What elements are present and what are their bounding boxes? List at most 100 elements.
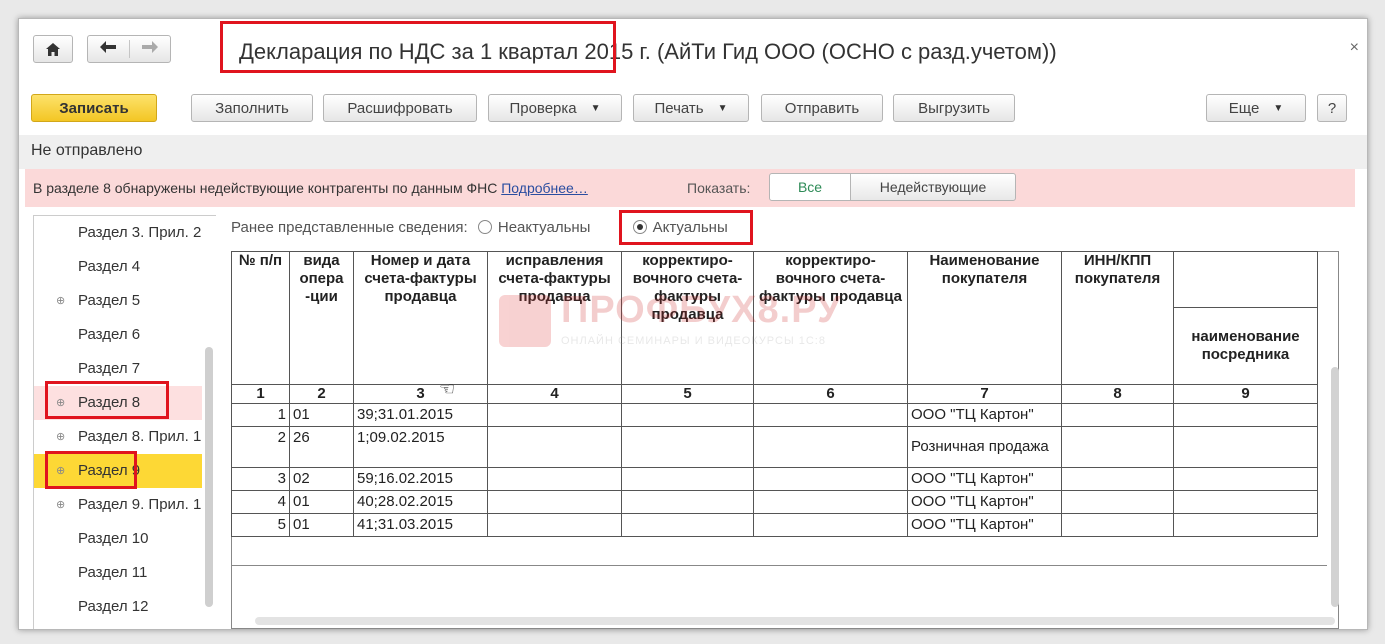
column-number: 1 bbox=[231, 384, 290, 404]
cell-operation[interactable]: 01 bbox=[289, 403, 354, 427]
expand-icon[interactable]: ⊕ bbox=[56, 488, 65, 522]
column-header-inn[interactable]: ИНН/КПП покупателя bbox=[1061, 251, 1174, 385]
cell-empty[interactable] bbox=[487, 490, 622, 514]
cell-number[interactable]: 1 bbox=[231, 403, 290, 427]
column-header-buyer[interactable]: Наименование покупателя bbox=[907, 251, 1062, 385]
sidebar-item[interactable]: Раздел 11 bbox=[34, 556, 202, 590]
cell-empty[interactable] bbox=[621, 513, 754, 537]
more-button[interactable]: Еще ▼ bbox=[1206, 94, 1306, 122]
details-link[interactable]: Подробнее… bbox=[501, 180, 588, 196]
cell-empty[interactable] bbox=[487, 403, 622, 427]
cell-operation[interactable]: 01 bbox=[289, 513, 354, 537]
expand-icon[interactable]: ⊕ bbox=[56, 420, 65, 454]
check-button[interactable]: Проверка ▼ bbox=[488, 94, 622, 122]
help-button[interactable]: ? bbox=[1317, 94, 1347, 122]
cell-empty[interactable] bbox=[621, 490, 754, 514]
table-row[interactable]: 2 26 1;09.02.2015 Розничная продажа bbox=[231, 426, 1318, 468]
warning-banner: В разделе 8 обнаружены недействующие кон… bbox=[25, 169, 1355, 207]
cell-empty[interactable] bbox=[1173, 513, 1318, 537]
back-button[interactable] bbox=[88, 40, 130, 58]
sidebar-item-label: Раздел 10 bbox=[78, 530, 149, 547]
cell-number[interactable]: 5 bbox=[231, 513, 290, 537]
column-header-invoice[interactable]: Номер и дата счета-фактуры продавца bbox=[353, 251, 488, 385]
sidebar-item[interactable]: Раздел 10 bbox=[34, 522, 202, 556]
radio-button[interactable] bbox=[477, 220, 492, 234]
column-header-adjustment[interactable]: корректиро-вочного счета-фактуры продавц… bbox=[621, 251, 754, 385]
column-number-row: 1 2 3 4 5 6 7 8 9 bbox=[231, 384, 1318, 404]
cell-operation[interactable]: 02 bbox=[289, 467, 354, 491]
cell-empty[interactable] bbox=[1061, 426, 1174, 468]
table-row[interactable]: 3 02 59;16.02.2015 ООО "ТЦ Картон" bbox=[231, 467, 1318, 491]
cell-buyer[interactable]: ООО "ТЦ Картон" bbox=[907, 403, 1062, 427]
sidebar-item[interactable]: Раздел 3. Прил. 2 bbox=[34, 216, 202, 250]
table-row[interactable]: 4 01 40;28.02.2015 ООО "ТЦ Картон" bbox=[231, 490, 1318, 514]
cell-empty[interactable] bbox=[1173, 403, 1318, 427]
home-button[interactable] bbox=[33, 35, 73, 63]
cell-empty[interactable] bbox=[753, 426, 908, 468]
cell-empty[interactable] bbox=[487, 513, 622, 537]
cell-empty[interactable] bbox=[1061, 513, 1174, 537]
cell-empty[interactable] bbox=[621, 426, 754, 468]
cell-empty[interactable] bbox=[1061, 403, 1174, 427]
horizontal-scrollbar[interactable] bbox=[255, 617, 1335, 625]
cell-empty[interactable] bbox=[1061, 467, 1174, 491]
cell-empty[interactable] bbox=[1061, 490, 1174, 514]
decode-button[interactable]: Расшифровать bbox=[323, 94, 477, 122]
column-header-correction[interactable]: исправления счета-фактуры продавца bbox=[487, 251, 622, 385]
sidebar-item-label: Раздел 11 bbox=[78, 564, 148, 581]
cell-invoice[interactable]: 40;28.02.2015 bbox=[353, 490, 488, 514]
sidebar-item[interactable]: ⊕ Раздел 9. Прил. 1 bbox=[34, 488, 202, 522]
cell-buyer[interactable]: Розничная продажа bbox=[907, 426, 1062, 468]
close-icon[interactable]: × bbox=[1350, 39, 1359, 57]
sidebar-item[interactable]: Раздел 6 bbox=[34, 318, 202, 352]
cell-invoice[interactable]: 59;16.02.2015 bbox=[353, 467, 488, 491]
cell-buyer[interactable]: ООО "ТЦ Картон" bbox=[907, 513, 1062, 537]
filter-inactive-button[interactable]: Недействующие bbox=[850, 173, 1016, 201]
more-button-label: Еще bbox=[1228, 99, 1260, 117]
cell-empty[interactable] bbox=[487, 467, 622, 491]
cell-invoice[interactable]: 39;31.01.2015 bbox=[353, 403, 488, 427]
print-button[interactable]: Печать ▼ bbox=[633, 94, 749, 122]
cell-empty[interactable] bbox=[621, 467, 754, 491]
cell-invoice[interactable]: 1;09.02.2015 bbox=[353, 426, 488, 468]
cell-empty[interactable] bbox=[753, 467, 908, 491]
cell-number[interactable]: 4 bbox=[231, 490, 290, 514]
cell-empty[interactable] bbox=[753, 403, 908, 427]
table-row[interactable]: 5 01 41;31.03.2015 ООО "ТЦ Картон" bbox=[231, 513, 1318, 537]
filter-all-button[interactable]: Все bbox=[769, 173, 851, 201]
sidebar-item[interactable]: ⊕ Раздел 5 bbox=[34, 284, 202, 318]
sidebar-scrollbar[interactable] bbox=[205, 347, 213, 607]
sidebar-item[interactable]: ⊕ Раздел 8. Прил. 1 bbox=[34, 420, 202, 454]
table-row[interactable]: 1 01 39;31.01.2015 ООО "ТЦ Картон" bbox=[231, 403, 1318, 427]
cell-number[interactable]: 3 bbox=[231, 467, 290, 491]
cell-operation[interactable]: 26 bbox=[289, 426, 354, 468]
column-header-number[interactable]: № п/п bbox=[231, 251, 290, 385]
send-button[interactable]: Отправить bbox=[761, 94, 883, 122]
forward-button[interactable] bbox=[130, 40, 171, 58]
column-header-intermediary[interactable]: наименование посредника bbox=[1173, 307, 1318, 385]
cell-empty[interactable] bbox=[487, 426, 622, 468]
arrow-left-icon bbox=[100, 41, 117, 53]
cell-empty[interactable] bbox=[1173, 426, 1318, 468]
cell-empty[interactable] bbox=[1173, 467, 1318, 491]
vertical-scrollbar[interactable] bbox=[1331, 367, 1339, 607]
expand-icon[interactable]: ⊕ bbox=[56, 284, 65, 318]
cell-empty[interactable] bbox=[1173, 490, 1318, 514]
column-header-adjustment-fix[interactable]: корректиро-вочного счета-фактуры продавц… bbox=[753, 251, 908, 385]
cell-empty[interactable] bbox=[753, 513, 908, 537]
fill-button[interactable]: Заполнить bbox=[191, 94, 313, 122]
cell-number[interactable]: 2 bbox=[231, 426, 290, 468]
cell-empty[interactable] bbox=[753, 490, 908, 514]
save-button[interactable]: Записать bbox=[31, 94, 157, 122]
column-header-operation[interactable]: вида опера -ции bbox=[289, 251, 354, 385]
column-number: 6 bbox=[753, 384, 908, 404]
sidebar-item[interactable]: Раздел 4 bbox=[34, 250, 202, 284]
sidebar-item[interactable]: Раздел 12 bbox=[34, 590, 202, 624]
export-button[interactable]: Выгрузить bbox=[893, 94, 1015, 122]
cell-buyer[interactable]: ООО "ТЦ Картон" bbox=[907, 467, 1062, 491]
radio-irrelevant[interactable]: Неактуальны bbox=[477, 219, 590, 236]
cell-buyer[interactable]: ООО "ТЦ Картон" bbox=[907, 490, 1062, 514]
cell-invoice[interactable]: 41;31.03.2015 bbox=[353, 513, 488, 537]
cell-empty[interactable] bbox=[621, 403, 754, 427]
cell-operation[interactable]: 01 bbox=[289, 490, 354, 514]
